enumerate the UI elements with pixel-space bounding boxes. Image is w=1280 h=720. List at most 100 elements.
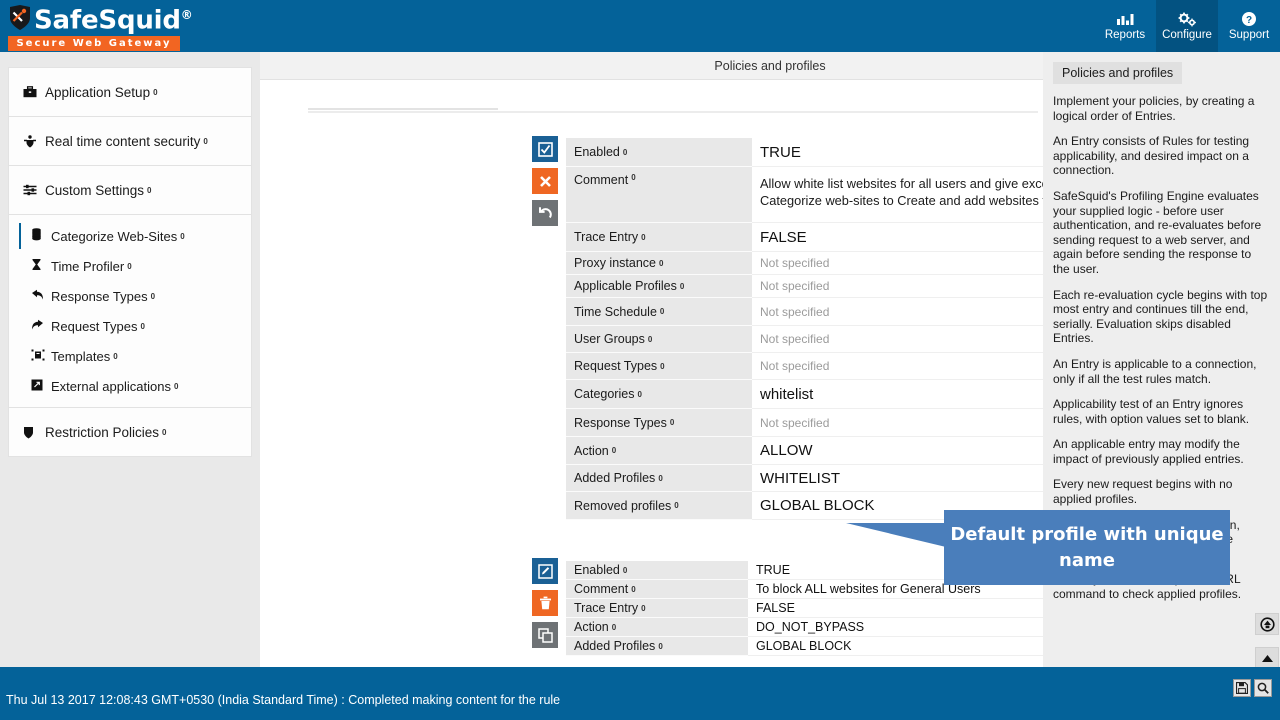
move-up-button[interactable]: [1255, 647, 1279, 667]
duplicate-entry-button[interactable]: [532, 622, 558, 648]
move-to-top-button[interactable]: [1255, 613, 1279, 635]
delete-entry-button[interactable]: [532, 168, 558, 194]
sidebar-item-label: Custom Settings: [45, 182, 145, 198]
sidebar-group-2: Real time content security 0: [8, 116, 252, 165]
gears-icon: [1177, 11, 1197, 27]
help-paragraph: Each re-evaluation cycle begins with top…: [1053, 287, 1268, 346]
sidebar-item-label: Real time content security: [45, 133, 201, 149]
field-info-badge: 0: [611, 446, 617, 455]
svg-text:?: ?: [1246, 15, 1252, 26]
sidebar-item-badge: 0: [153, 87, 158, 97]
nav-label: Reports: [1104, 29, 1146, 41]
arrow-reply-icon: [31, 289, 51, 304]
triangle-up-icon: [1261, 654, 1274, 663]
field-info-badge: 0: [658, 258, 664, 268]
field-label: Comment: [574, 173, 629, 187]
field-label: Comment: [574, 582, 629, 596]
field-info-badge: 0: [622, 147, 628, 157]
sidebar-item-label: Application Setup: [45, 84, 151, 100]
floppy-save-icon: [1236, 682, 1248, 694]
status-message: Thu Jul 13 2017 12:08:43 GMT+0530 (India…: [6, 693, 561, 707]
save-button[interactable]: [1233, 679, 1251, 697]
sidebar-item-custom-settings[interactable]: Custom Settings 0: [9, 166, 251, 214]
arrow-forward-icon: [31, 319, 51, 334]
sidebar-item-badge: 0: [180, 231, 185, 241]
sidebar-item-badge: 0: [113, 351, 118, 361]
magnifier-icon: [1257, 682, 1269, 694]
page-title: Policies and profiles: [714, 58, 826, 73]
field-label: Enabled: [574, 563, 620, 577]
search-button[interactable]: [1254, 679, 1272, 697]
nav-configure[interactable]: Configure: [1156, 0, 1218, 52]
callout-annotation: Default profile with unique name: [944, 510, 1230, 585]
field-info-badge: 0: [637, 389, 642, 399]
field-label: Request Types: [574, 359, 658, 373]
field-info-badge: 0: [641, 603, 646, 613]
trash-icon: [539, 596, 552, 610]
top-header-bar: SafeSquid® Secure Web Gateway Reports Co…: [0, 0, 1280, 52]
field-info-badge: 0: [658, 473, 663, 483]
sidebar-item-categorize-web-sites[interactable]: Categorize Web-Sites 0: [9, 221, 251, 251]
field-info-badge: 0: [631, 173, 636, 182]
field-info-badge: 0: [647, 334, 653, 344]
sidebar-group-4: Restriction Policies 0: [8, 407, 252, 457]
nav-reports[interactable]: Reports: [1094, 0, 1156, 52]
sidebar-item-label: Request Types: [51, 318, 138, 334]
shield-person-icon: [23, 134, 43, 148]
field-label: Trace Entry: [574, 601, 639, 615]
brand-tagline: Secure Web Gateway: [8, 36, 180, 51]
sidebar-item-label: Templates: [51, 348, 111, 364]
sidebar-item-real-time-content-security[interactable]: Real time content security 0: [9, 117, 251, 165]
status-bar: Thu Jul 13 2017 12:08:43 GMT+0530 (India…: [0, 667, 1280, 720]
sidebar-item-external-applications[interactable]: External applications 0: [9, 371, 251, 401]
enable-checkbox-button[interactable]: [532, 136, 558, 162]
sidebar-item-request-types[interactable]: Request Types 0: [9, 311, 251, 341]
main-nav: Reports Configure ? Support: [1094, 0, 1280, 52]
chart-icon: [1116, 11, 1134, 27]
callout-text: Default profile with unique name: [950, 523, 1224, 571]
callout-tail: [846, 523, 946, 547]
sliders-icon: [23, 184, 43, 196]
nav-support[interactable]: ? Support: [1218, 0, 1280, 52]
field-info-badge: 0: [611, 622, 617, 632]
field-label: Response Types: [574, 415, 667, 430]
help-paragraph: SafeSquid's Profiling Engine evaluates y…: [1053, 188, 1262, 276]
sidebar-group-1: Application Setup 0: [8, 67, 252, 116]
sidebar-item-restriction-policies[interactable]: Restriction Policies 0: [9, 408, 251, 456]
sidebar-item-label: Time Profiler: [51, 258, 125, 274]
field-info-badge: 0: [679, 281, 685, 291]
sidebar-item-templates[interactable]: Templates 0: [9, 341, 251, 371]
checkbox-checked-icon: [537, 141, 553, 157]
app-root: SafeSquid® Secure Web Gateway Reports Co…: [0, 0, 1280, 720]
pencil-edit-icon: [537, 563, 553, 579]
help-paragraph: Every new request begins with no applied…: [1053, 477, 1233, 507]
field-label: Applicable Profiles: [574, 279, 677, 293]
field-info-badge: 0: [641, 232, 646, 242]
delete-entry-button[interactable]: [532, 590, 558, 616]
partial-row-above: [308, 108, 1038, 113]
field-label: Proxy instance: [574, 256, 656, 270]
sidebar-item-application-setup[interactable]: Application Setup 0: [9, 68, 251, 116]
brand-logo[interactable]: SafeSquid® Secure Web Gateway: [8, 2, 198, 51]
sidebar-subgroup: Categorize Web-Sites 0 Time Profiler 0 R…: [8, 214, 252, 407]
field-label: Action: [574, 443, 609, 458]
nav-label: Configure: [1162, 29, 1212, 41]
field-info-badge: 0: [674, 501, 679, 510]
edit-entry-button[interactable]: [532, 558, 558, 584]
sidebar-item-badge: 0: [162, 427, 167, 437]
briefcase-icon: [23, 86, 43, 98]
entry1-action-buttons: [532, 136, 558, 232]
sidebar-item-response-types[interactable]: Response Types 0: [9, 281, 251, 311]
sidebar-item-time-profiler[interactable]: Time Profiler 0: [9, 251, 251, 281]
database-icon: [31, 228, 51, 244]
help-panel-title: Policies and profiles: [1053, 62, 1183, 84]
help-paragraph: An applicable entry may modify the impac…: [1053, 437, 1244, 466]
templates-icon: [31, 349, 51, 364]
field-info-badge: 0: [631, 584, 636, 594]
help-circle-icon: ?: [1241, 11, 1257, 27]
undo-icon: [538, 206, 553, 221]
status-bar-buttons: [1233, 679, 1272, 697]
sidebar-item-badge: 0: [173, 381, 179, 391]
sidebar-item-label: External applications: [51, 378, 171, 394]
reset-entry-button[interactable]: [532, 200, 558, 226]
